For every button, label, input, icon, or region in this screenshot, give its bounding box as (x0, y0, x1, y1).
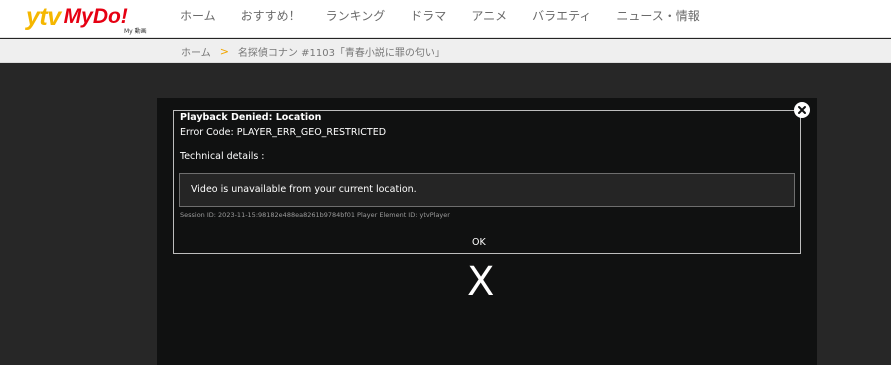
nav-item-ranking[interactable]: ランキング (326, 8, 386, 24)
logo-ytv-text: ytv (26, 3, 61, 31)
main-nav: ホーム おすすめ！ ランキング ドラマ アニメ バラエティ ニュース・情報 (180, 8, 725, 24)
technical-details-label: Technical details : (180, 151, 265, 162)
breadcrumb: ホーム > 名探偵コナン #1103「青春小説に罪の匂い」 (181, 44, 445, 59)
error-dialog: Playback Denied: Location Error Code: PL… (173, 110, 801, 254)
nav-item-drama[interactable]: ドラマ (410, 8, 446, 24)
nav-item-news[interactable]: ニュース・情報 (616, 8, 699, 24)
error-title: Playback Denied: Location (180, 112, 322, 123)
logo-mydo-text: MyDo! (63, 5, 128, 28)
error-code: Error Code: PLAYER_ERR_GEO_RESTRICTED (180, 127, 387, 138)
site-header: ytv MyDo! My 動画 ホーム おすすめ！ ランキング ドラマ アニメ … (0, 0, 891, 38)
big-x-mark: X (467, 259, 495, 305)
close-glyph (798, 106, 806, 114)
site-logo[interactable]: ytv MyDo! My 動画 (26, 3, 147, 35)
breadcrumb-bar: ホーム > 名探偵コナン #1103「青春小説に罪の匂い」 (0, 39, 891, 63)
error-message-box: Video is unavailable from your current l… (179, 173, 795, 207)
video-player[interactable]: Playback Denied: Location Error Code: PL… (157, 98, 817, 365)
logo-subtext: My 動画 (124, 28, 147, 35)
session-info: Session ID: 2023-11-15:98182e488ea8261b9… (180, 211, 450, 219)
ok-button[interactable]: OK (472, 237, 486, 248)
breadcrumb-home[interactable]: ホーム (181, 44, 211, 59)
breadcrumb-current: 名探偵コナン #1103「青春小説に罪の匂い」 (237, 48, 445, 59)
nav-item-recommended[interactable]: おすすめ！ (241, 8, 301, 24)
nav-item-variety[interactable]: バラエティ (532, 8, 591, 24)
error-message: Video is unavailable from your current l… (191, 184, 417, 195)
breadcrumb-separator: > (219, 45, 229, 58)
close-icon[interactable] (794, 102, 810, 118)
nav-item-home[interactable]: ホーム (180, 8, 216, 24)
nav-item-anime[interactable]: アニメ (471, 8, 507, 24)
